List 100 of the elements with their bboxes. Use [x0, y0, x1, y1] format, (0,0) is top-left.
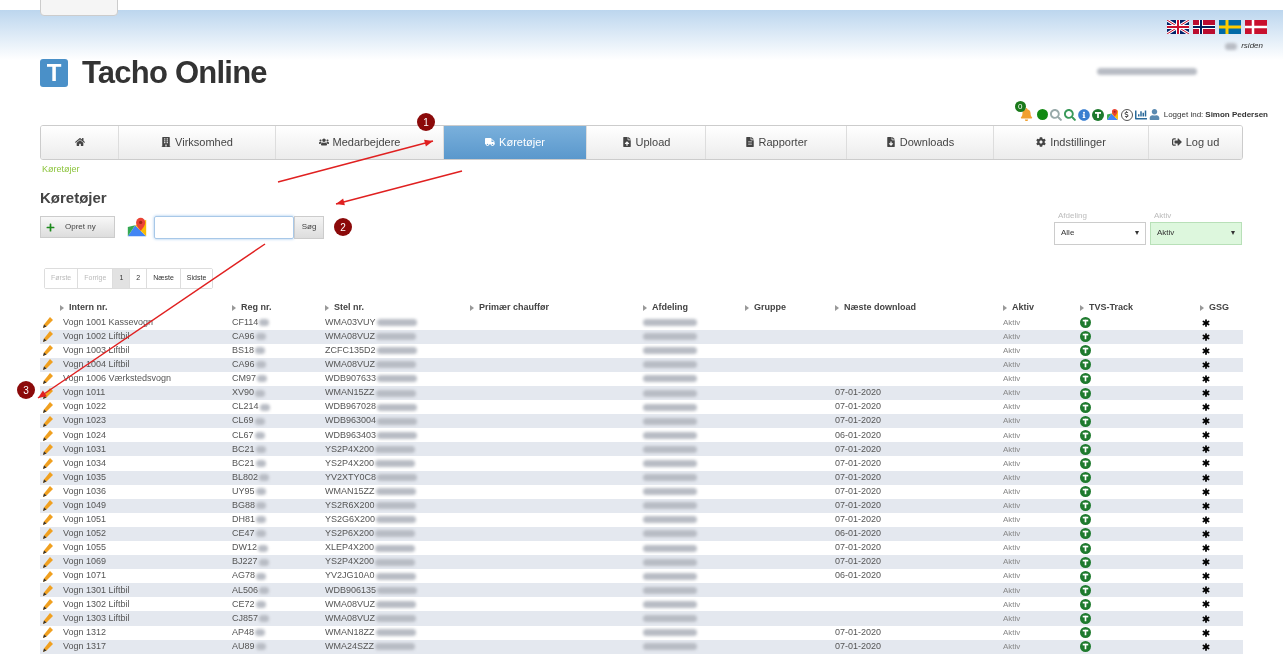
user-icon[interactable]: [1148, 109, 1160, 120]
sort-icon[interactable]: [643, 304, 647, 311]
map-pin-icon[interactable]: [1105, 108, 1119, 121]
table-cell-text: Vogn 1301 Liftbil: [63, 583, 130, 597]
filter-select[interactable]: Aktiv: [1150, 221, 1242, 245]
sort-icon[interactable]: [232, 304, 236, 311]
blurred-text: [643, 530, 697, 538]
column-header[interactable]: Reg nr.: [241, 300, 272, 315]
nav-tab[interactable]: Upload: [587, 125, 706, 159]
pencil-icon[interactable]: [43, 415, 53, 427]
column-header[interactable]: Intern nr.: [69, 300, 108, 315]
blurred-text: [376, 361, 416, 369]
filter-select[interactable]: Alle: [1054, 221, 1146, 245]
column-header[interactable]: Stel nr.: [334, 300, 364, 315]
table-cell: 07-01-2020: [835, 443, 882, 454]
asterisk-icon: [1200, 372, 1212, 385]
table-cell-text: YS2R6X200: [325, 499, 375, 512]
nav-tab[interactable]: Log ud: [1149, 125, 1242, 159]
nav-tab[interactable]: Rapporter: [706, 125, 847, 159]
column-header[interactable]: Primær chauffør: [479, 300, 549, 315]
column-header[interactable]: Afdeling: [652, 300, 688, 315]
search-button[interactable]: Søg: [294, 215, 324, 239]
asterisk-icon: [1200, 598, 1212, 611]
pencil-icon[interactable]: [43, 486, 53, 498]
pencil-icon[interactable]: [43, 584, 53, 596]
table-cell: DH81: [232, 513, 255, 527]
sort-icon[interactable]: [745, 304, 749, 311]
blurred-text: [375, 389, 416, 397]
column-header[interactable]: GSG: [1209, 300, 1229, 315]
pencil-icon[interactable]: [43, 472, 53, 484]
table-cell-text: Vogn 1035: [63, 470, 107, 484]
pencil-icon[interactable]: [43, 359, 53, 371]
pencil-icon[interactable]: [43, 514, 53, 526]
table-cell: Aktiv: [1003, 613, 1021, 623]
pencil-icon[interactable]: [43, 429, 53, 441]
blurred-text: [643, 403, 697, 411]
map-pin-icon[interactable]: [126, 216, 148, 238]
column-header[interactable]: Gruppe: [754, 300, 786, 315]
pencil-icon[interactable]: [43, 443, 53, 455]
pencil-icon[interactable]: [43, 542, 53, 554]
pencil-icon[interactable]: [43, 556, 53, 568]
nav-tab[interactable]: Medarbejdere: [276, 125, 444, 159]
flag-icon[interactable]: [1167, 20, 1189, 34]
column-header[interactable]: TVS-Track: [1089, 300, 1134, 315]
blurred-text: [375, 530, 416, 538]
user-name: Simon Pedersen: [1205, 108, 1268, 121]
nav-tab[interactable]: Indstillinger: [994, 125, 1149, 159]
sort-icon[interactable]: [835, 304, 839, 311]
table-cell-text: YS2P4X200: [325, 456, 375, 470]
bell-icon[interactable]: [1019, 108, 1033, 121]
pencil-icon[interactable]: [43, 373, 53, 385]
table-cell: 06-01-2020: [835, 429, 882, 440]
nav-tab[interactable]: Downloads: [847, 125, 994, 159]
table-cell-text: YV2XTY0C8: [325, 470, 377, 484]
pencil-icon[interactable]: [43, 641, 53, 653]
pencil-icon[interactable]: [43, 570, 53, 582]
column-header[interactable]: Aktiv: [1012, 300, 1034, 315]
flag-icon[interactable]: [1193, 20, 1215, 34]
asterisk-icon: [1200, 499, 1212, 512]
sort-icon[interactable]: [1003, 304, 1007, 311]
pencil-icon[interactable]: [43, 317, 53, 329]
sort-icon[interactable]: [325, 304, 329, 311]
pencil-icon[interactable]: [43, 627, 53, 639]
pencil-icon[interactable]: [43, 401, 53, 413]
pencil-icon[interactable]: [43, 528, 53, 540]
sort-icon[interactable]: [1200, 304, 1204, 311]
table-cell-text: CE72: [232, 597, 255, 611]
search-icon[interactable]: [1063, 108, 1076, 121]
search-field[interactable]: [154, 215, 294, 239]
table-cell: 07-01-2020: [835, 626, 882, 637]
home-link[interactable]: rsiden: [1241, 40, 1263, 52]
table-cell: Aktiv: [1003, 557, 1021, 567]
sort-icon[interactable]: [1080, 304, 1084, 311]
pencil-icon[interactable]: [43, 345, 53, 357]
sort-icon[interactable]: [470, 304, 474, 311]
column-header[interactable]: Næste download: [844, 300, 916, 315]
blurred-text: [377, 586, 418, 594]
document-icon: [744, 137, 755, 147]
pencil-icon[interactable]: [43, 458, 53, 469]
create-button[interactable]: Opret ny: [40, 216, 115, 238]
pencil-icon[interactable]: [43, 331, 53, 343]
table-cell: Aktiv: [1003, 331, 1021, 341]
blurred-text: [643, 558, 697, 566]
blurred-text: [643, 586, 697, 594]
blurred-text: [375, 544, 416, 552]
sort-icon[interactable]: [60, 304, 64, 311]
home-icon: [74, 137, 85, 147]
table-cell-text: WMA03VUY: [325, 315, 376, 329]
blurred-text: [375, 558, 416, 566]
pencil-icon[interactable]: [43, 500, 53, 512]
blurred-text: [376, 615, 416, 622]
info-icon[interactable]: [1077, 108, 1090, 121]
annotation-badge: 1: [417, 113, 435, 131]
pencil-icon[interactable]: [43, 613, 53, 624]
table-cell: 07-01-2020: [835, 500, 882, 510]
chart-icon[interactable]: [1134, 108, 1147, 121]
blurred-text: [255, 643, 266, 651]
nav-tab[interactable]: Virksomhed: [119, 125, 276, 159]
blurred-text: [255, 629, 266, 637]
pencil-icon[interactable]: [43, 598, 53, 610]
